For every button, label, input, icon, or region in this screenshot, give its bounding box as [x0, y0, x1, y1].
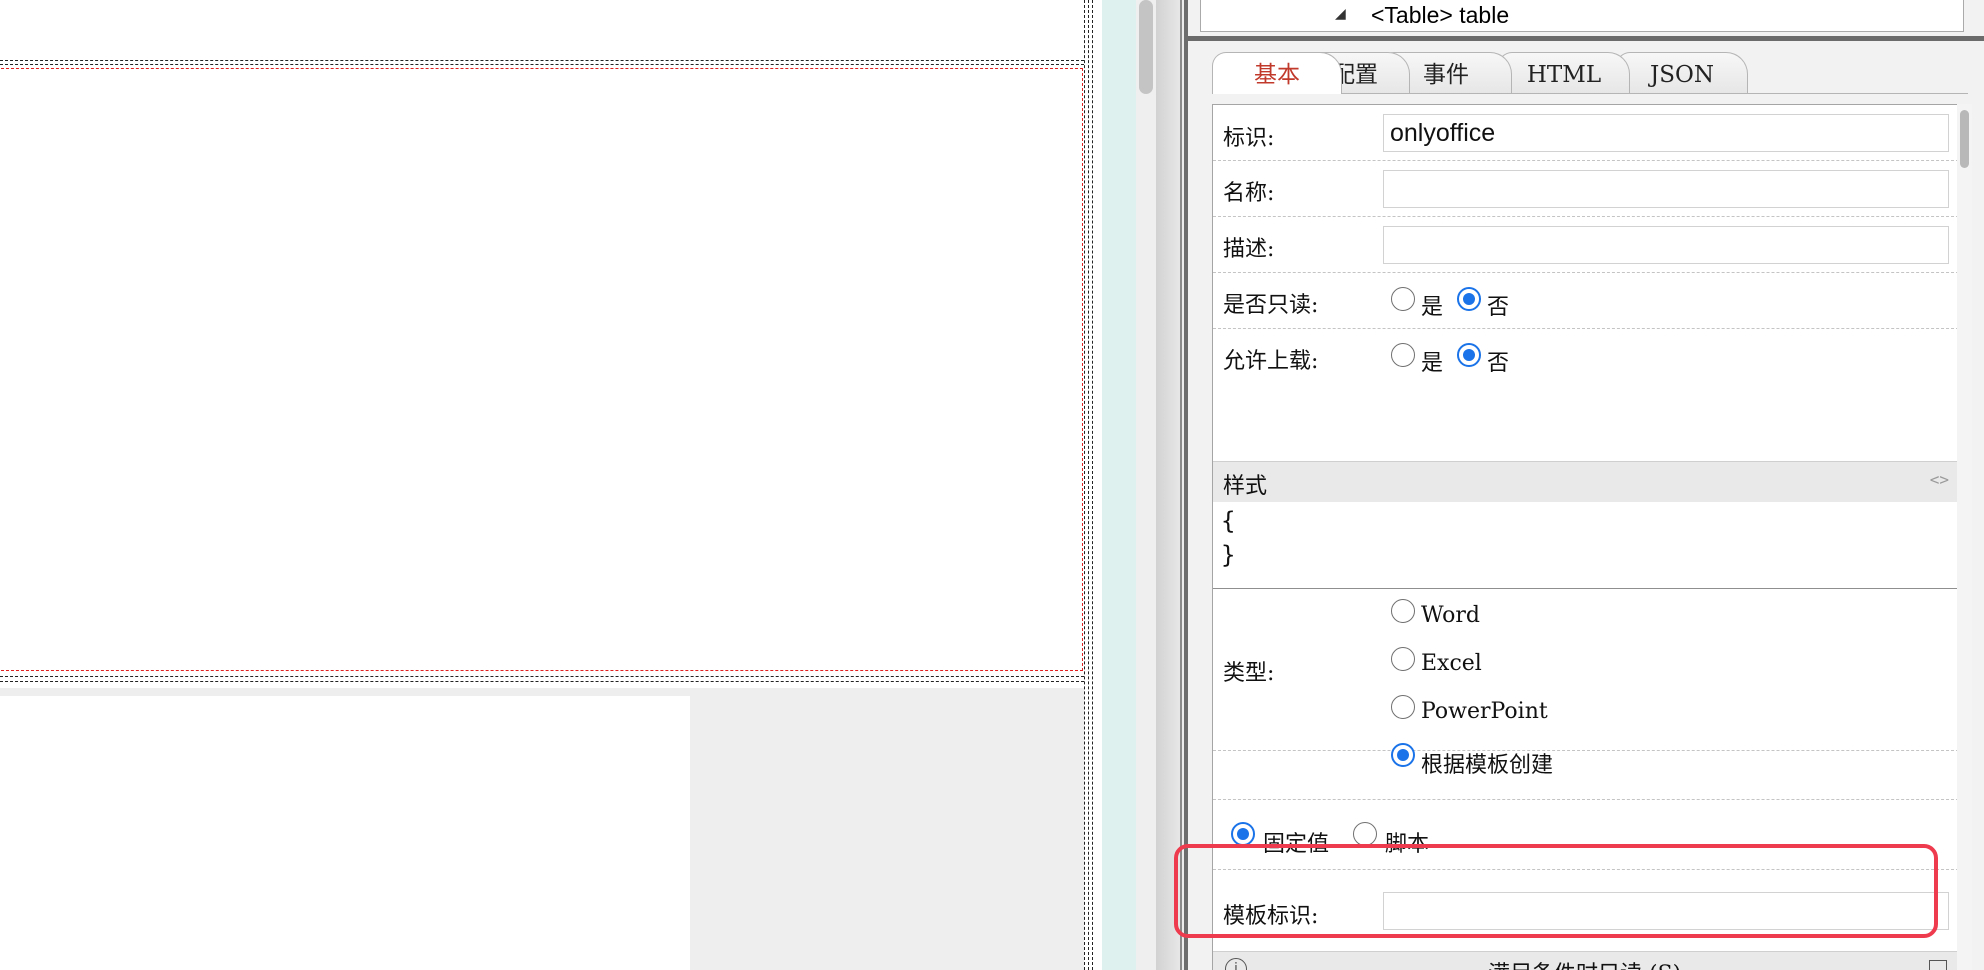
type-powerpoint-label[interactable]: PowerPoint [1421, 699, 1548, 724]
tree-separator [1188, 36, 1984, 41]
row-upload: 允许上载: 是 否 [1213, 329, 1957, 385]
name-field[interactable] [1383, 170, 1949, 208]
readonly-yes-label[interactable]: 是 [1421, 289, 1443, 321]
form-scrollbar-thumb[interactable] [1960, 110, 1969, 168]
id-label: 标识: [1223, 126, 1275, 151]
row-description: 描述: [1213, 217, 1957, 273]
canvas-margin [1102, 0, 1136, 970]
style-open-brace: { [1221, 507, 1236, 535]
type-word-radio[interactable] [1391, 599, 1415, 623]
row-type: 类型: Word Excel PowerPoint 根据模板创建 [1213, 589, 1957, 778]
row-readonly: 是否只读: 是 否 [1213, 273, 1957, 329]
type-excel-label[interactable]: Excel [1421, 651, 1482, 676]
description-label: 描述: [1223, 237, 1275, 262]
row-template-id: 模板标识: [1213, 870, 1957, 952]
container-border-bottom [0, 676, 1084, 677]
upload-no-label[interactable]: 否 [1487, 345, 1509, 377]
name-label: 名称: [1223, 181, 1275, 206]
component-tree[interactable]: ◢ <Table> table [1200, 0, 1964, 32]
style-editor[interactable]: { } [1213, 501, 1957, 589]
canvas-scrollbar[interactable] [1136, 0, 1156, 970]
canvas-edge-line [1088, 0, 1089, 970]
selected-component-outline[interactable] [0, 68, 1083, 671]
type-template-label[interactable]: 根据模板创建 [1421, 747, 1553, 779]
tree-expand-icon[interactable]: ◢ [1335, 6, 1346, 22]
info-icon[interactable]: i [1225, 958, 1247, 970]
upload-label: 允许上载: [1223, 349, 1319, 374]
row-value-mode: 固定值 脚本 [1213, 800, 1957, 870]
upload-no-radio[interactable] [1457, 343, 1481, 367]
template-id-field[interactable] [1383, 892, 1949, 930]
tab-html[interactable]: HTML [1498, 52, 1630, 94]
tree-node-label[interactable]: <Table> table [1371, 2, 1509, 29]
canvas-edge-line [1092, 0, 1093, 970]
property-tabs: JSON HTML 事件 配置 基本 [1212, 52, 1972, 94]
container-border-bottom-inner [0, 681, 1084, 682]
readonly-no-radio[interactable] [1457, 287, 1481, 311]
readonly-no-label[interactable]: 否 [1487, 289, 1509, 321]
readonly-yes-radio[interactable] [1391, 287, 1415, 311]
condition-readonly-header[interactable]: i 满足条件时只读 (S) [1213, 951, 1957, 970]
script-radio[interactable] [1353, 822, 1377, 846]
tab-basic[interactable]: 基本 [1212, 52, 1342, 94]
design-canvas[interactable] [0, 0, 1084, 970]
fixed-value-label[interactable]: 固定值 [1263, 826, 1329, 858]
type-word-label[interactable]: Word [1421, 603, 1480, 628]
container-border-top [0, 60, 1084, 61]
type-excel-radio[interactable] [1391, 647, 1415, 671]
upload-yes-label[interactable]: 是 [1421, 345, 1443, 377]
template-id-label: 模板标识: [1223, 904, 1319, 929]
type-powerpoint-radio[interactable] [1391, 695, 1415, 719]
fixed-value-radio[interactable] [1231, 822, 1255, 846]
type-label: 类型: [1223, 661, 1275, 686]
row-name: 名称: [1213, 161, 1957, 217]
canvas-edge-line [1084, 0, 1085, 970]
script-label[interactable]: 脚本 [1385, 826, 1429, 858]
panel-splitter[interactable] [1156, 0, 1180, 970]
code-icon[interactable]: <> [1930, 470, 1949, 489]
row-id: 标识: onlyoffice [1213, 105, 1957, 161]
upload-yes-radio[interactable] [1391, 343, 1415, 367]
properties-panel: ◢ <Table> table JSON HTML 事件 配置 基本 标识: o… [1188, 0, 1984, 970]
container-border-top-inner [0, 64, 1084, 65]
style-close-brace: } [1221, 541, 1236, 569]
id-field[interactable]: onlyoffice [1383, 114, 1949, 152]
readonly-label: 是否只读: [1223, 293, 1319, 318]
canvas-scrollbar-thumb[interactable] [1139, 0, 1153, 94]
style-section-header: 样式 <> [1213, 461, 1957, 502]
window-icon[interactable] [1929, 960, 1947, 970]
condition-readonly-label[interactable]: 满足条件时只读 (S) [1488, 956, 1681, 970]
style-label: 样式 [1223, 474, 1268, 499]
description-field[interactable] [1383, 226, 1949, 264]
type-template-radio[interactable] [1391, 743, 1415, 767]
tab-json[interactable]: JSON [1616, 52, 1748, 94]
basic-form: 标识: onlyoffice 名称: 描述: 是否只读: 是 否 允许上载: 是… [1212, 104, 1958, 970]
form-scrollbar[interactable] [1957, 104, 1972, 970]
canvas-white-block [0, 696, 690, 970]
